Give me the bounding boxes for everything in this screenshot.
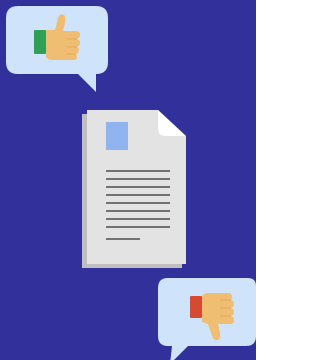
document-text-line [106, 202, 170, 204]
feedback-illustration [0, 0, 256, 360]
document-text-line [106, 210, 170, 212]
document-text-line [106, 226, 170, 228]
document-text-line [106, 170, 170, 172]
document-text-line [106, 178, 170, 180]
document-text-line [106, 186, 170, 188]
document-text-line [106, 238, 140, 240]
document-text-line [106, 194, 170, 196]
document-icon [82, 106, 188, 268]
thumbs-down-cuff [190, 296, 202, 318]
document-image-placeholder [106, 122, 128, 150]
negative-speech-bubble [158, 278, 256, 360]
positive-speech-bubble [6, 6, 108, 94]
document-folded-corner [158, 110, 186, 136]
document-text-line [106, 218, 170, 220]
thumbs-up-cuff [34, 30, 46, 54]
